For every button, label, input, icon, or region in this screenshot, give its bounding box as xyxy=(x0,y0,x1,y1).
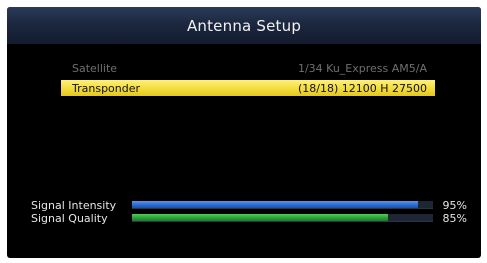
signal-intensity-percent: 95% xyxy=(442,199,467,212)
signal-intensity-row: Signal Intensity 95% xyxy=(7,199,481,212)
menu-item-satellite[interactable]: Satellite 1/34 Ku_Express AM5/A xyxy=(61,60,435,76)
signal-intensity-bar xyxy=(132,201,433,209)
signal-intensity-label: Signal Intensity xyxy=(31,199,117,212)
page-title: Antenna Setup xyxy=(186,16,302,35)
menu-item-value: 1/34 Ku_Express AM5/A xyxy=(297,61,427,75)
signal-quality-label: Signal Quality xyxy=(31,212,108,225)
menu-item-label: Transponder xyxy=(72,81,141,95)
signal-quality-percent: 85% xyxy=(442,212,467,225)
tv-screen: Antenna Setup Satellite 1/34 Ku_Express … xyxy=(7,7,481,258)
menu-item-label: Satellite xyxy=(72,61,118,75)
menu-item-transponder[interactable]: Transponder (18/18) 12100 H 27500 xyxy=(61,80,435,96)
title-bar: Antenna Setup xyxy=(7,7,481,44)
signal-intensity-fill xyxy=(132,201,418,208)
signal-quality-row: Signal Quality 85% xyxy=(7,212,481,225)
signal-quality-bar xyxy=(132,214,433,222)
menu-item-value: (18/18) 12100 H 27500 xyxy=(297,81,427,95)
signal-quality-fill xyxy=(132,214,388,221)
